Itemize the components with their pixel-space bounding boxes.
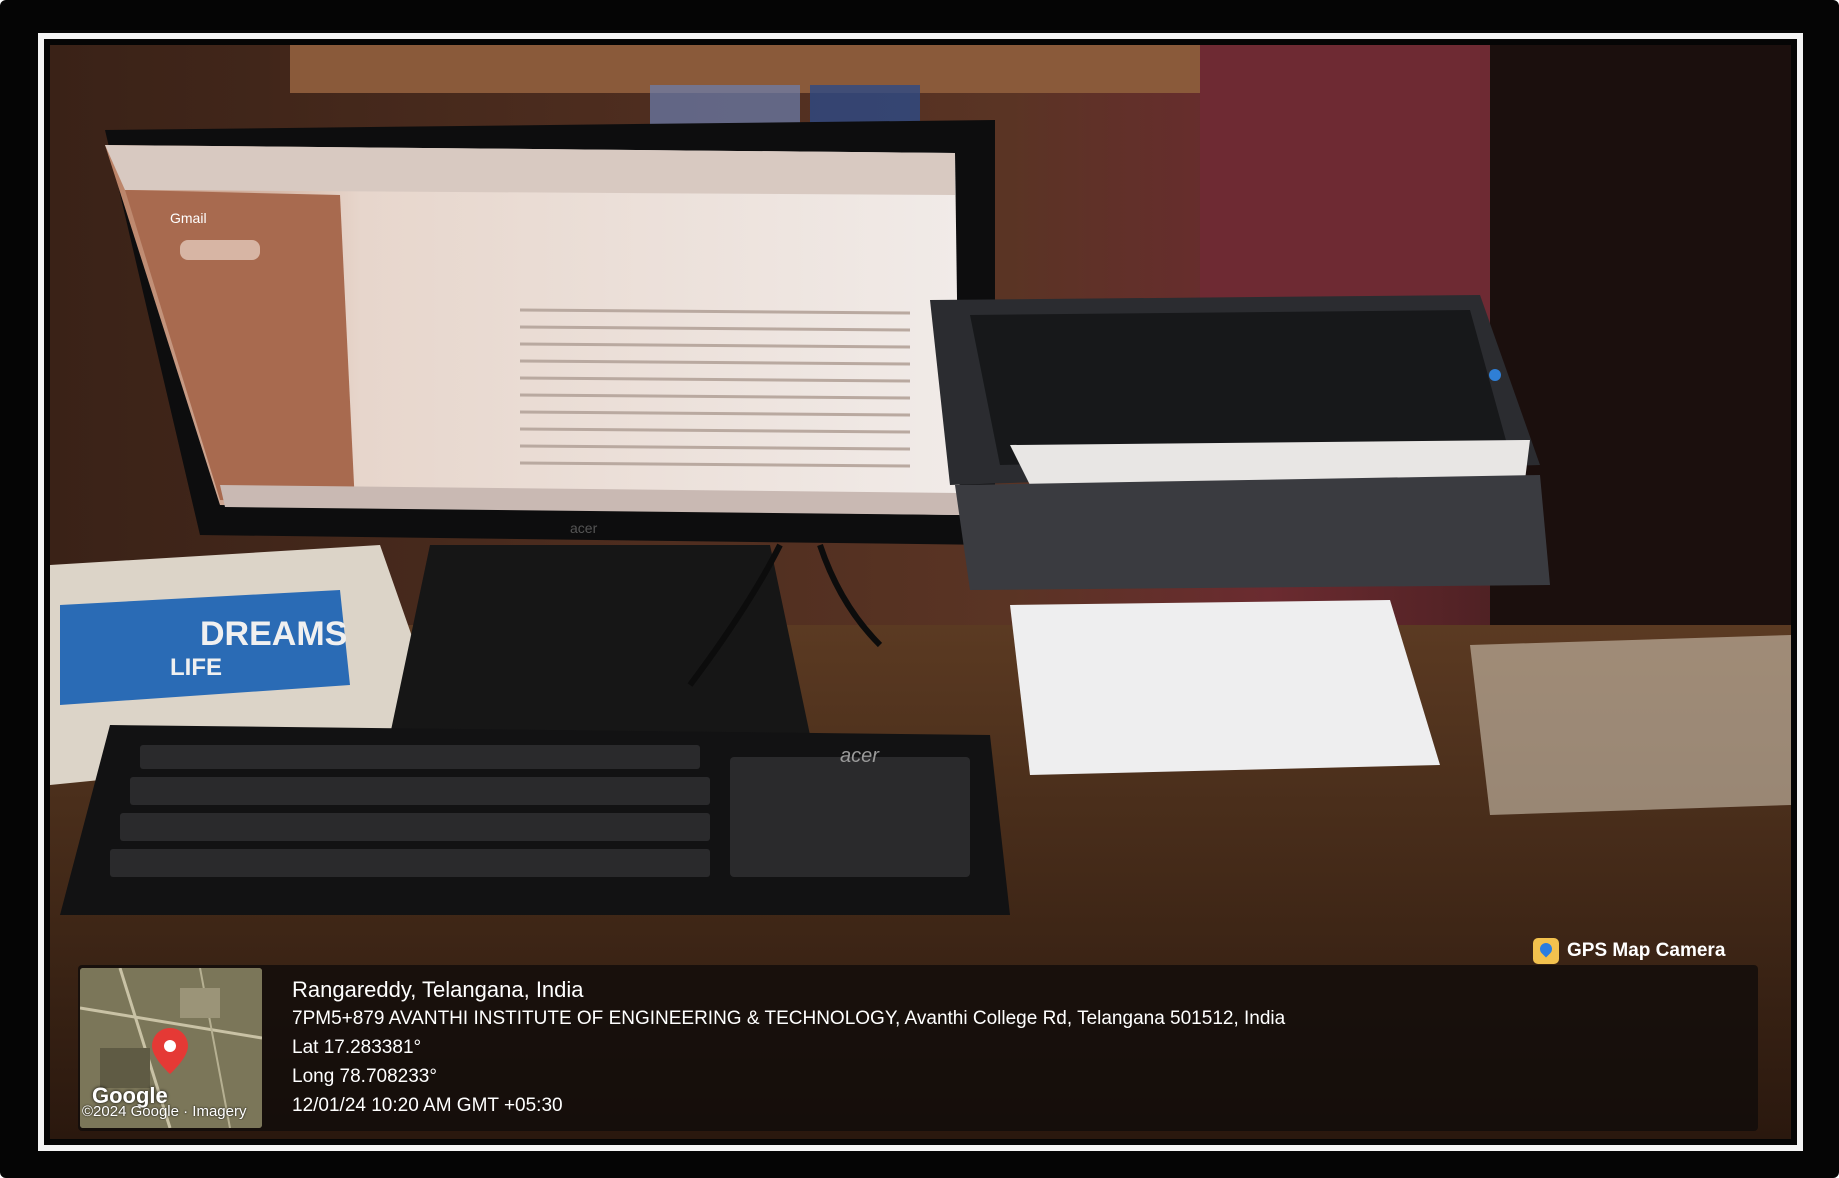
- desk-papers: [1470, 635, 1791, 815]
- browser-bar: [105, 145, 955, 195]
- sticker: [810, 85, 920, 127]
- gps-map-camera-icon: [1533, 938, 1559, 964]
- printer-led: [1489, 369, 1501, 381]
- gps-map-camera-label: GPS Map Camera: [1567, 940, 1726, 961]
- location-latitude: Lat 17.283381°: [292, 1037, 422, 1058]
- capture-datetime: 12/01/24 10:20 AM GMT +05:30: [292, 1095, 563, 1116]
- printer-lower: [955, 475, 1550, 590]
- location-address: 7PM5+879 AVANTHI INSTITUTE OF ENGINEERIN…: [292, 1008, 1286, 1029]
- map-copyright: ©2024 Google · Imagery: [82, 1103, 247, 1120]
- book-subtitle: LIFE: [170, 654, 222, 681]
- location-longitude: Long 78.708233°: [292, 1066, 437, 1087]
- gps-text-block: Rangareddy, Telangana, India 7PM5+879 AV…: [292, 975, 1285, 1120]
- monitor-brand: acer: [570, 520, 598, 536]
- gmail-logo: Gmail: [170, 210, 207, 226]
- sticker: [650, 85, 800, 125]
- monitor-stand: [390, 545, 810, 735]
- book-title: DREAMS: [200, 615, 347, 653]
- compose-button: [180, 240, 260, 260]
- keyboard-brand: acer: [840, 745, 880, 767]
- gps-map-camera-badge: GPS Map Camera: [1533, 936, 1725, 966]
- location-place: Rangareddy, Telangana, India: [292, 977, 584, 1002]
- paper-tray: [1010, 600, 1440, 775]
